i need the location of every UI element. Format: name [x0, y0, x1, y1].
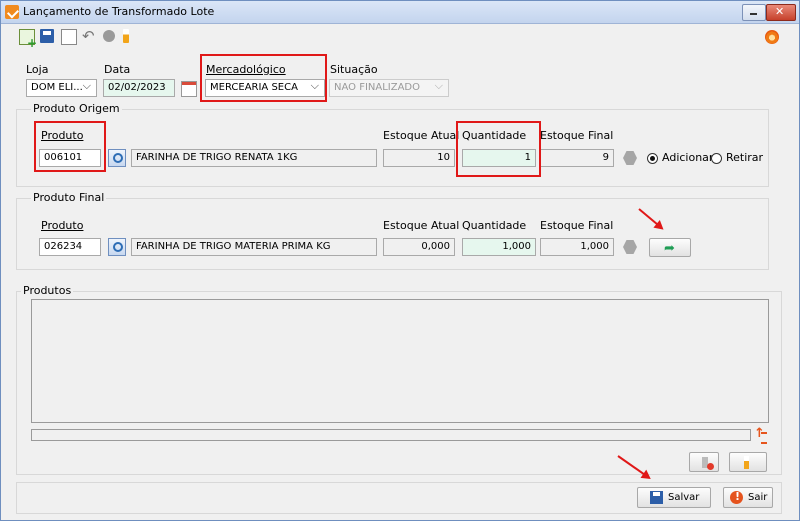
calendar-icon[interactable] — [181, 81, 197, 97]
loja-label: Loja — [26, 63, 49, 76]
title-bar: Lançamento de Transformado Lote — [1, 1, 799, 24]
remove-item-button[interactable] — [689, 452, 719, 472]
produto-origem-title: Produto Origem — [31, 102, 122, 115]
data-input[interactable]: 02/02/2023 — [103, 79, 175, 97]
sair-label: Sair — [748, 492, 768, 503]
search-icon[interactable] — [108, 238, 126, 256]
floppy-icon — [650, 491, 663, 504]
final-estoque-atual-value: 0,000 — [383, 238, 455, 256]
cancel-icon[interactable] — [103, 30, 115, 42]
add-product-button[interactable]: ➦ — [649, 238, 691, 257]
retirar-label: Retirar — [726, 151, 764, 164]
exit-icon — [730, 490, 743, 504]
clear-items-button[interactable] — [729, 452, 767, 472]
undo-icon[interactable]: ↶ — [82, 27, 96, 45]
produtos-title: Produtos — [21, 284, 74, 297]
final-produto-code-input[interactable]: 026234 — [39, 238, 101, 256]
brush-icon — [744, 456, 749, 469]
data-label: Data — [104, 63, 131, 76]
power-icon[interactable] — [765, 30, 779, 44]
final-produto-label: Produto — [41, 219, 84, 232]
final-produto-description: FARINHA DE TRIGO MATERIA PRIMA KG — [131, 238, 377, 256]
copy-icon[interactable] — [61, 29, 77, 45]
loja-select[interactable]: DOM ELI... — [26, 79, 97, 97]
window-title: Lançamento de Transformado Lote — [23, 5, 215, 18]
main-window: Lançamento de Transformado Lote ↶ Loja D… — [0, 0, 800, 521]
app-icon — [5, 5, 19, 19]
sort-icon[interactable] — [754, 426, 767, 444]
produtos-list[interactable] — [31, 299, 769, 423]
delete-icon — [702, 457, 714, 470]
final-quantidade-input[interactable]: 1,000 — [462, 238, 536, 256]
highlight-produto — [34, 121, 106, 172]
adicionar-radio[interactable] — [647, 153, 658, 164]
final-estoque-atual-label: Estoque Atual — [383, 219, 460, 232]
origem-produto-description: FARINHA DE TRIGO RENATA 1KG — [131, 149, 377, 167]
origem-estoque-final-value: 9 — [540, 149, 614, 167]
horizontal-scrollbar[interactable] — [31, 429, 751, 441]
salvar-button[interactable]: Salvar — [637, 487, 711, 508]
retirar-radio[interactable] — [711, 153, 722, 164]
situacao-label: Situação — [330, 63, 378, 76]
origem-estoque-final-label: Estoque Final — [540, 129, 614, 142]
origem-estoque-atual-value: 10 — [383, 149, 455, 167]
highlight-quantidade — [456, 121, 541, 177]
sair-button[interactable]: Sair — [723, 487, 773, 508]
salvar-label: Salvar — [668, 492, 700, 503]
close-button[interactable] — [766, 4, 796, 21]
produto-final-group — [16, 198, 769, 270]
clear-icon[interactable] — [123, 29, 129, 43]
origem-estoque-atual-label: Estoque Atual — [383, 129, 460, 142]
save-icon[interactable] — [40, 29, 54, 43]
minimize-button[interactable] — [742, 4, 766, 21]
search-icon[interactable] — [108, 149, 126, 167]
final-estoque-final-label: Estoque Final — [540, 219, 614, 232]
final-estoque-final-value: 1,000 — [540, 238, 614, 256]
highlight-mercadologico — [200, 54, 327, 102]
adicionar-label: Adicionar — [662, 151, 714, 164]
situacao-select: NAO FINALIZADO — [329, 79, 449, 97]
forward-arrow-icon: ➦ — [664, 241, 675, 256]
new-icon[interactable] — [19, 29, 37, 50]
produto-origem-group — [16, 109, 769, 187]
final-quantidade-label: Quantidade — [462, 219, 527, 232]
produto-final-title: Produto Final — [31, 191, 107, 204]
